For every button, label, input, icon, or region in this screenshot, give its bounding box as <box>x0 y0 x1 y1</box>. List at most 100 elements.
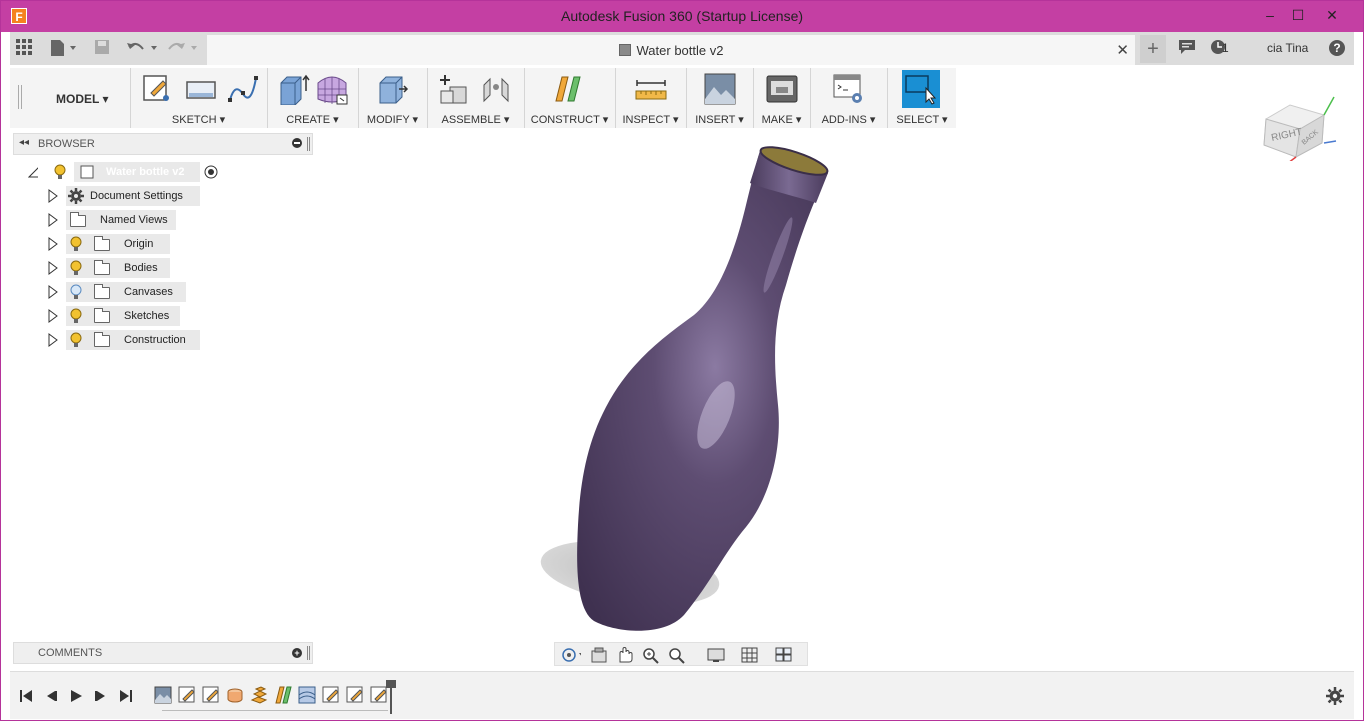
offset-plane-icon[interactable] <box>553 73 585 105</box>
file-menu-icon[interactable] <box>50 39 78 57</box>
add-ins-group-label[interactable]: ADD-INS <box>822 114 867 126</box>
browser-item-canvases[interactable]: Canvases <box>48 282 248 302</box>
select-tool-icon[interactable] <box>902 70 940 108</box>
visibility-bulb-off-icon[interactable] <box>70 284 82 300</box>
spline-icon[interactable] <box>227 73 259 105</box>
sketch-feature-icon[interactable] <box>178 686 196 704</box>
expand-triangle-icon[interactable] <box>48 237 58 251</box>
sketch-feature-icon[interactable] <box>346 686 364 704</box>
new-component-icon[interactable] <box>438 73 470 105</box>
assemble-group-label[interactable]: ASSEMBLE <box>442 114 501 126</box>
fit-zoom-window-icon[interactable] <box>667 646 687 664</box>
viewports-icon[interactable] <box>775 646 795 664</box>
folder-icon <box>70 212 86 227</box>
browser-root-row[interactable]: Water bottle v2 <box>28 162 228 182</box>
insert-canvas-icon[interactable] <box>704 73 736 105</box>
sketch-group-label[interactable]: SKETCH <box>172 114 217 126</box>
browser-item-origin[interactable]: Origin <box>48 234 248 254</box>
grid-settings-icon[interactable] <box>741 646 761 664</box>
minimize-button[interactable]: – <box>1257 4 1283 26</box>
visibility-bulb-icon[interactable] <box>70 332 82 348</box>
workspace-switcher[interactable]: MODEL ▾ <box>10 68 128 128</box>
folder-icon <box>94 284 110 299</box>
timeline-settings-gear-icon[interactable] <box>1326 687 1344 705</box>
insert-group-label[interactable]: INSERT <box>695 114 735 126</box>
measure-icon[interactable] <box>635 73 667 105</box>
data-panel-grid-icon[interactable] <box>16 39 32 57</box>
look-at-icon[interactable] <box>589 646 609 664</box>
browser-item-named-views[interactable]: Named Views <box>48 210 248 230</box>
orbit-icon[interactable] <box>561 646 581 664</box>
form-feature-icon[interactable] <box>298 686 316 704</box>
browser-pin-icon[interactable] <box>307 137 310 151</box>
sketch-feature-icon[interactable] <box>322 686 340 704</box>
canvas-feature-icon[interactable] <box>154 686 172 704</box>
visibility-bulb-icon[interactable] <box>70 236 82 252</box>
form-tspline-icon[interactable] <box>316 73 348 105</box>
modify-group-label[interactable]: MODIFY <box>367 114 410 126</box>
undo-icon[interactable] <box>126 39 158 57</box>
view-cube[interactable]: RIGHT BACK <box>1258 89 1342 161</box>
sketch-feature-icon[interactable] <box>202 686 220 704</box>
document-tab[interactable]: Water bottle v2 ✕ <box>207 35 1135 65</box>
close-window-button[interactable]: ✕ <box>1319 4 1345 26</box>
sketch-feature-icon[interactable] <box>370 686 388 704</box>
browser-item-sketches[interactable]: Sketches <box>48 306 248 326</box>
comments-pin-icon[interactable] <box>307 646 310 660</box>
expand-triangle-icon[interactable] <box>48 213 58 227</box>
make-group-label[interactable]: MAKE <box>762 114 793 126</box>
help-icon[interactable]: ? <box>1328 39 1346 57</box>
revolve-feature-icon[interactable] <box>226 686 244 704</box>
activate-radio-icon[interactable] <box>204 165 218 179</box>
component-icon <box>80 165 94 179</box>
scripts-addins-icon[interactable] <box>833 73 865 105</box>
expanded-triangle-icon[interactable] <box>28 165 38 179</box>
go-to-end-icon[interactable] <box>118 688 134 704</box>
user-account-name[interactable]: cia Tina <box>1267 41 1308 55</box>
browser-item-document-settings[interactable]: Document Settings <box>48 186 248 206</box>
press-pull-icon[interactable] <box>377 73 409 105</box>
expand-triangle-icon[interactable] <box>48 285 58 299</box>
water-bottle-model[interactable] <box>510 145 850 635</box>
job-count[interactable]: 1 <box>1222 41 1229 55</box>
expand-triangle-icon[interactable] <box>48 333 58 347</box>
pan-hand-icon[interactable] <box>615 646 635 664</box>
3d-print-icon[interactable] <box>766 73 798 105</box>
collapse-browser-icon[interactable]: ◂◂ <box>19 137 29 148</box>
close-tab-icon[interactable]: ✕ <box>1116 41 1129 59</box>
construct-group-label[interactable]: CONSTRUCT <box>531 114 600 126</box>
joint-icon[interactable] <box>480 73 512 105</box>
display-settings-icon[interactable] <box>707 646 727 664</box>
add-comment-icon[interactable]: + <box>292 648 302 658</box>
zoom-icon[interactable] <box>641 646 661 664</box>
loft-feature-icon[interactable] <box>250 686 268 704</box>
inspect-group-label[interactable]: INSPECT <box>622 114 669 126</box>
create-group-label[interactable]: CREATE <box>286 114 330 126</box>
step-forward-icon[interactable] <box>93 688 109 704</box>
create-sketch-icon[interactable] <box>141 73 173 105</box>
expand-triangle-icon[interactable] <box>48 261 58 275</box>
navigation-bar <box>554 642 808 666</box>
maximize-button[interactable]: ☐ <box>1285 4 1311 26</box>
rectangle-icon[interactable] <box>185 73 217 105</box>
plane-feature-icon[interactable] <box>274 686 292 704</box>
go-to-start-icon[interactable] <box>18 688 34 704</box>
play-icon[interactable] <box>68 688 84 704</box>
extrude-icon[interactable] <box>278 73 310 106</box>
redo-icon[interactable] <box>168 39 200 57</box>
save-icon[interactable] <box>94 39 110 57</box>
minimize-browser-icon[interactable] <box>292 138 302 148</box>
select-group-label[interactable]: SELECT <box>896 114 939 126</box>
new-tab-button[interactable]: + <box>1140 35 1166 63</box>
browser-item-construction[interactable]: Construction <box>48 330 248 350</box>
comments-chat-icon[interactable] <box>1178 39 1196 57</box>
visibility-bulb-icon[interactable] <box>54 164 66 180</box>
browser-item-bodies[interactable]: Bodies <box>48 258 248 278</box>
timeline-marker[interactable] <box>386 680 396 714</box>
step-back-icon[interactable] <box>43 688 59 704</box>
expand-triangle-icon[interactable] <box>48 309 58 323</box>
toolbar-grip[interactable] <box>18 85 22 109</box>
expand-triangle-icon[interactable] <box>48 189 58 203</box>
visibility-bulb-icon[interactable] <box>70 260 82 276</box>
visibility-bulb-icon[interactable] <box>70 308 82 324</box>
